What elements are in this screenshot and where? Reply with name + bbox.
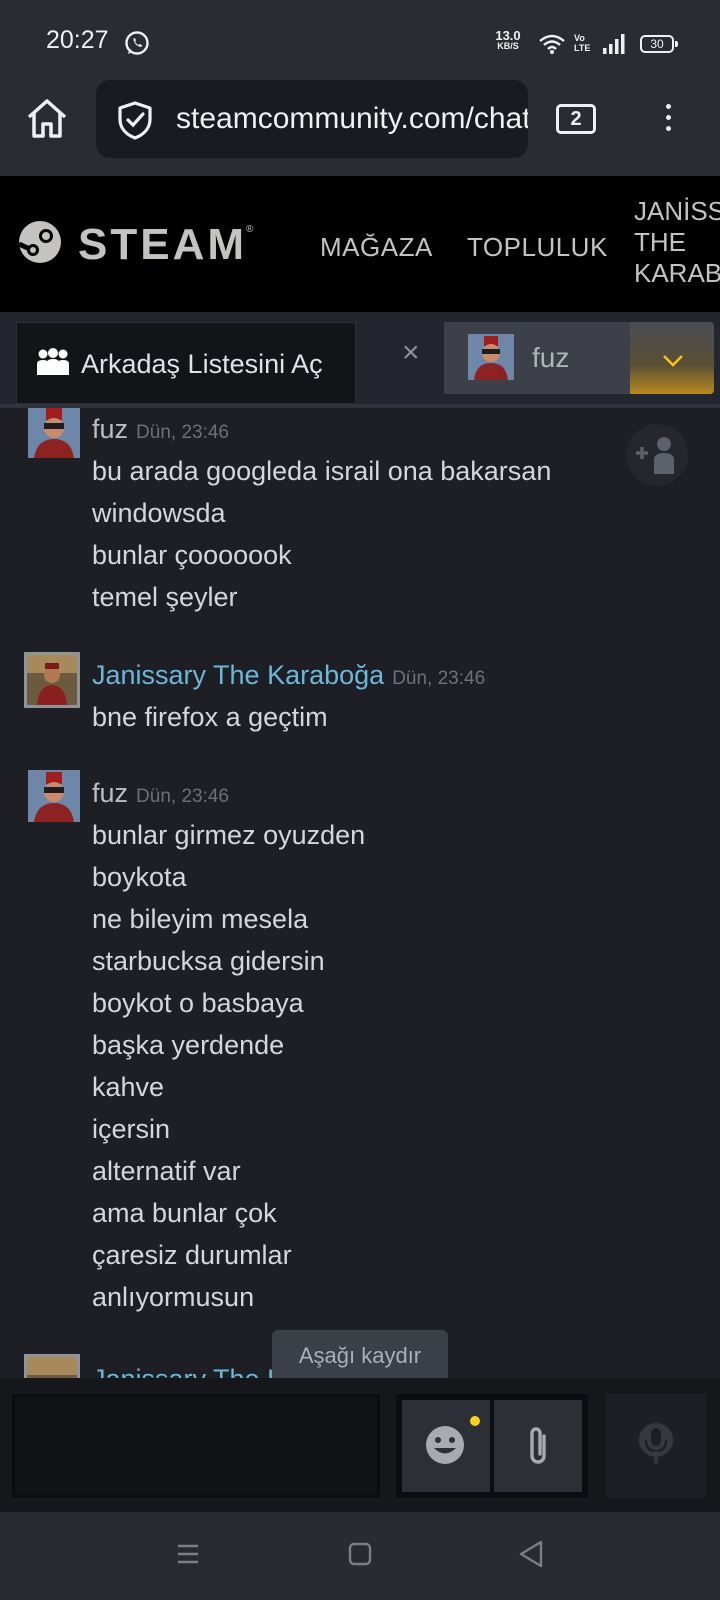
back-icon[interactable]	[518, 1540, 544, 1568]
message-sender[interactable]: Janissary The Karaboğa Dün, 23:46	[92, 660, 485, 691]
address-bar[interactable]: steamcommunity.com/chat	[96, 80, 528, 158]
friends-icon	[37, 348, 69, 375]
nav-user-link[interactable]: JANİSS THE KARAB	[634, 196, 720, 289]
emoji-icon	[426, 1426, 464, 1464]
signal-icon	[603, 34, 625, 54]
message-sender[interactable]: fuz Dün, 23:46	[92, 414, 229, 445]
message-timestamp: Dün, 23:46	[392, 668, 486, 689]
message-text: alternatif var	[92, 1156, 241, 1186]
message-sender[interactable]: fuz Dün, 23:46	[92, 778, 229, 809]
chat-tab-name: fuz	[532, 342, 570, 373]
attach-button[interactable]	[494, 1400, 582, 1492]
avatar	[28, 770, 80, 822]
composer-tools	[396, 1394, 588, 1498]
tab-dropdown-button[interactable]	[630, 322, 714, 394]
chevron-down-icon	[663, 355, 683, 367]
message-text: anlıyormusun	[92, 1282, 255, 1312]
message-text: temel şeyler	[92, 582, 238, 612]
open-friends-list-button[interactable]: Arkadaş Listesini Aç	[16, 322, 356, 404]
steam-logo-icon[interactable]	[18, 220, 62, 264]
avatar	[24, 1354, 80, 1378]
status-bar: 20:27 13.0 KB/S Vo LTE 30	[0, 0, 720, 78]
scroll-down-button[interactable]: Aşağı kaydır	[272, 1330, 448, 1382]
steam-logo-reg: ®	[246, 224, 254, 235]
wifi-icon	[539, 34, 565, 54]
message-text: starbucksa gidersin	[92, 946, 325, 976]
message-timestamp: Dün, 23:46	[136, 422, 229, 443]
nav-store-link[interactable]: MAĞAZA	[320, 232, 433, 263]
chat-tab-strip: Arkadaş Listesini Aç × fuz	[0, 312, 720, 408]
tab-switcher-button[interactable]: 2	[556, 104, 596, 134]
browser-menu-icon[interactable]	[658, 100, 678, 138]
status-time: 20:27	[46, 26, 109, 54]
shield-icon[interactable]	[116, 100, 154, 140]
home-icon[interactable]	[24, 96, 70, 142]
steam-header: STEAM ® MAĞAZA TOPLULUK JANİSS THE KARAB	[0, 176, 720, 312]
avatar	[468, 334, 514, 380]
message-text: bu arada googleda israil ona bakarsan	[92, 456, 552, 486]
add-friend-button[interactable]	[626, 424, 688, 486]
message-input[interactable]	[12, 1394, 380, 1498]
volte-indicator: Vo LTE	[574, 33, 591, 53]
new-emoji-indicator	[470, 1416, 480, 1426]
chat-tab-fuz[interactable]: fuz	[444, 322, 630, 394]
message-text: bunlar girmez oyuzden	[92, 820, 366, 850]
chat-message-list[interactable]: fuz Dün, 23:46 bu arada googleda israil o…	[0, 408, 720, 1378]
emoji-button[interactable]	[402, 1400, 490, 1492]
steam-logo-text[interactable]: STEAM	[78, 220, 247, 270]
recents-icon[interactable]	[176, 1542, 200, 1566]
message-text: kahve	[92, 1072, 165, 1102]
avatar	[28, 408, 80, 458]
message-text: ama bunlar çok	[92, 1198, 277, 1228]
message-timestamp: Dün, 23:46	[136, 786, 229, 807]
message-text: ne bileyim mesela	[92, 904, 309, 934]
add-friend-icon	[636, 437, 674, 474]
close-tab-icon[interactable]: ×	[402, 336, 420, 370]
open-friends-list-label: Arkadaş Listesini Aç	[81, 349, 323, 379]
avatar	[24, 652, 80, 708]
message-text: içersin	[92, 1114, 171, 1144]
message-text: bne firefox a geçtim	[92, 702, 328, 732]
system-nav-bar	[0, 1512, 720, 1600]
attach-icon	[530, 1427, 546, 1464]
message-text: windowsda	[92, 498, 226, 528]
microphone-icon	[639, 1423, 673, 1464]
browser-toolbar: steamcommunity.com/chat 2	[0, 78, 720, 176]
whatsapp-icon	[125, 31, 149, 55]
message-text: bunlar çooooook	[92, 540, 292, 570]
message-text: çaresiz durumlar	[92, 1240, 292, 1270]
message-text: boykota	[92, 862, 187, 892]
battery-icon: 30	[640, 35, 678, 53]
voice-chat-button[interactable]	[606, 1394, 706, 1498]
message-composer	[0, 1378, 720, 1512]
message-text: boykot o basbaya	[92, 988, 304, 1018]
message-text: başka yerdende	[92, 1030, 285, 1060]
home-nav-icon[interactable]	[348, 1542, 372, 1566]
nav-community-link[interactable]: TOPLULUK	[467, 232, 608, 263]
url-text: steamcommunity.com/chat	[176, 102, 528, 135]
network-speed: 13.0 KB/S	[495, 28, 521, 51]
